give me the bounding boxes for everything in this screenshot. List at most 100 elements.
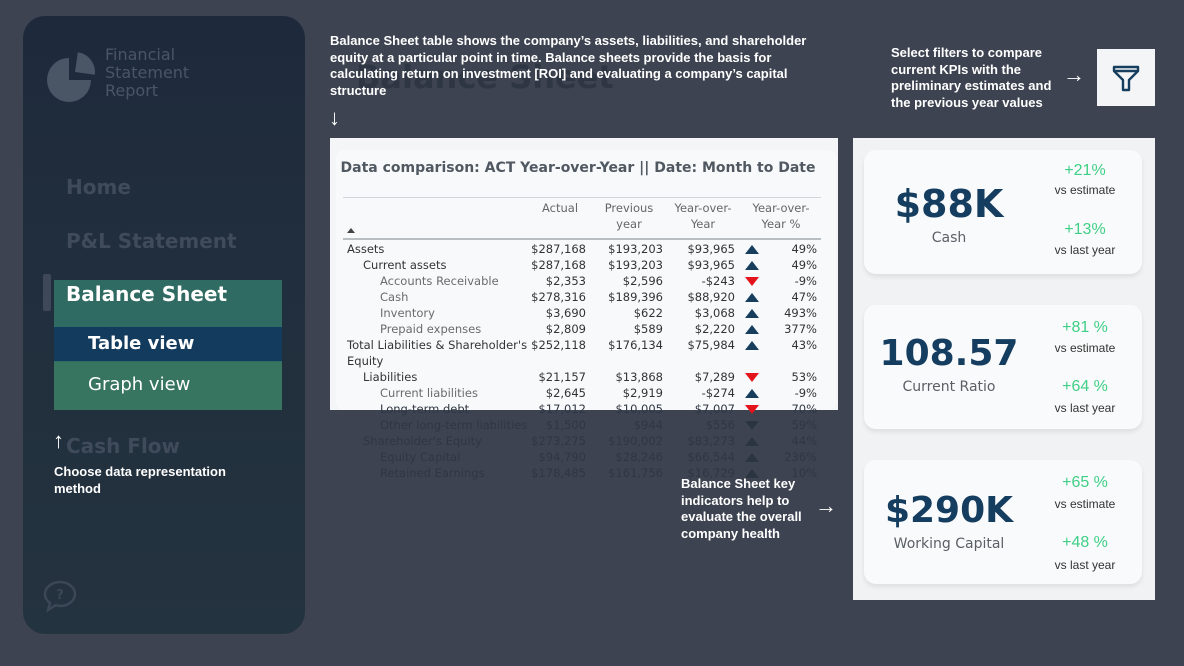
table-row[interactable]: Cash $278,316 $189,396 $88,920 47%	[343, 289, 821, 305]
choose-method-annotation: Choose data representation method	[54, 464, 226, 496]
cell-previous-year: $176,134	[608, 338, 663, 352]
table-header-divider	[343, 197, 821, 198]
cell-yoy: $75,984	[687, 338, 735, 352]
cell-previous-year: $161,756	[608, 466, 663, 480]
kpi-card-cash: $88K Cash +21% vs estimate +13% vs last …	[864, 150, 1142, 274]
row-label-continued: Equity	[347, 354, 384, 368]
arrow-down-icon: ↓	[329, 105, 340, 130]
row-label: Current liabilities	[380, 386, 478, 400]
cell-yoy-pct: 53%	[791, 370, 817, 384]
kpi-card-current-ratio: 108.57 Current Ratio +81 % vs estimate +…	[864, 305, 1142, 429]
column-header-previous-year[interactable]: Previous year	[598, 200, 660, 232]
cell-actual: $2,353	[545, 274, 586, 288]
column-header-bottom-border	[343, 238, 821, 240]
table-row[interactable]: Prepaid expenses $2,809 $589 $2,220 377%	[343, 321, 821, 337]
cell-previous-year: $13,868	[615, 370, 663, 384]
cell-yoy: $3,068	[694, 306, 735, 320]
cell-yoy-pct: -9%	[794, 386, 817, 400]
cell-yoy: $2,220	[694, 322, 735, 336]
kpi-vs-last-year: +13%	[1064, 221, 1106, 238]
app-logo: Financial Statement Report	[43, 46, 195, 102]
table-row[interactable]: Total Liabilities & Shareholder's Equity $…	[343, 337, 821, 368]
kpi-vs-last-year-label: vs last year	[1054, 401, 1116, 415]
kpi-vs-estimate-label: vs estimate	[1054, 341, 1116, 355]
kpi-card-working-capital: $290K Working Capital +65 % vs estimate …	[864, 460, 1142, 584]
table-row[interactable]: Equity Capital $94,790 $28,246 $66,544 236%	[343, 449, 821, 465]
subnav-graph-view[interactable]: Graph view	[54, 362, 282, 410]
cell-previous-year: $944	[633, 418, 663, 432]
table-row[interactable]: Other long-term liabilities $1,500 $944 $55…	[343, 417, 821, 433]
cell-actual: $287,168	[531, 258, 586, 272]
cell-yoy-pct: 49%	[791, 242, 817, 256]
kpi-vs-last-year: +48 %	[1062, 534, 1108, 551]
cell-previous-year: $10,005	[615, 402, 663, 416]
nav-balance-sheet[interactable]: Balance Sheet Table view Graph view	[54, 280, 282, 410]
cell-yoy-pct: 49%	[791, 258, 817, 272]
arrow-right-icon: →	[1063, 62, 1085, 87]
column-header-yoy[interactable]: Year-over-Year	[668, 200, 738, 232]
cell-actual: $178,485	[531, 466, 586, 480]
cell-yoy: -$274	[701, 386, 735, 400]
cell-actual: $94,790	[538, 450, 586, 464]
table-row[interactable]: Current assets $287,168 $193,203 $93,965 49%	[343, 257, 821, 273]
table-row[interactable]: Liabilities $21,157 $13,868 $7,289 53%	[343, 369, 821, 385]
svg-text:?: ?	[56, 588, 64, 603]
nav-home[interactable]: Home	[66, 175, 131, 199]
cell-actual: $252,118	[531, 338, 586, 352]
cell-yoy-pct: 493%	[784, 306, 817, 320]
cell-yoy: $7,007	[694, 402, 735, 416]
cell-actual: $273,275	[531, 434, 586, 448]
table-row[interactable]: Inventory $3,690 $622 $3,068 493%	[343, 305, 821, 321]
cell-yoy: $93,965	[687, 258, 735, 272]
column-header-yoy-pct[interactable]: Year-over-Year %	[746, 200, 816, 232]
table-row[interactable]: Long-term debt $17,012 $10,005 $7,007 70%	[343, 401, 821, 417]
table-row[interactable]: Accounts Receivable $2,353 $2,596 -$243 -9%	[343, 273, 821, 289]
cell-previous-year: $193,203	[608, 242, 663, 256]
arrow-up-icon: ↑	[53, 428, 64, 453]
cell-yoy: $556	[705, 418, 735, 432]
cell-yoy-pct: 70%	[791, 402, 817, 416]
cell-yoy: $66,544	[687, 450, 735, 464]
table-row[interactable]: Current liabilities $2,645 $2,919 -$274 -9%	[343, 385, 821, 401]
cell-yoy-pct: 43%	[791, 338, 817, 352]
kpi-vs-estimate: +81 %	[1062, 319, 1108, 336]
cell-actual: $17,012	[538, 402, 586, 416]
help-chat-icon[interactable]: ?	[43, 580, 77, 612]
nav-pl-statement[interactable]: P&L Statement	[66, 229, 237, 253]
cell-actual: $2,809	[545, 322, 586, 336]
table-row[interactable]: Assets $287,168 $193,203 $93,965 49%	[343, 241, 821, 257]
cell-yoy: $7,289	[694, 370, 735, 384]
column-header-actual[interactable]: Actual	[530, 200, 590, 216]
cell-yoy-pct: 59%	[791, 418, 817, 432]
sort-ascending-icon[interactable]	[347, 228, 355, 233]
cell-yoy: $93,965	[687, 242, 735, 256]
nav-cash-flow[interactable]: Cash Flow	[66, 434, 180, 458]
active-nav-indicator	[43, 274, 51, 311]
cell-yoy-pct: 236%	[784, 450, 817, 464]
kpi-value: $88K	[894, 182, 1004, 226]
row-label: Assets	[347, 242, 385, 256]
nav-balance-sheet-label: Balance Sheet	[66, 282, 228, 306]
table-row[interactable]: Shareholder's Equity $273,275 $190,002 $83,…	[343, 433, 821, 449]
cell-yoy-pct: 377%	[784, 322, 817, 336]
cell-yoy: $83,273	[687, 434, 735, 448]
cell-actual: $3,690	[545, 306, 586, 320]
cell-previous-year: $2,919	[622, 386, 663, 400]
filter-button[interactable]	[1097, 49, 1155, 106]
cell-previous-year: $190,002	[608, 434, 663, 448]
pie-chart-logo-icon	[47, 52, 95, 102]
kpi-label: Current Ratio	[902, 379, 996, 395]
kpi-vs-last-year-label: vs last year	[1054, 243, 1116, 257]
cell-previous-year: $589	[633, 322, 663, 336]
cell-yoy: $88,920	[687, 290, 735, 304]
cell-yoy-pct: -9%	[794, 274, 817, 288]
kpi-label: Cash	[931, 230, 967, 246]
row-label: Liabilities	[363, 370, 418, 384]
subnav-table-view[interactable]: Table view	[54, 327, 282, 361]
row-label: Accounts Receivable	[380, 274, 499, 288]
kpi-vs-last-year-label: vs last year	[1054, 558, 1116, 572]
row-label: Total Liabilities & Shareholder's	[347, 338, 528, 352]
cell-actual: $1,500	[545, 418, 586, 432]
row-label: Equity Capital	[380, 450, 461, 464]
row-label: Cash	[380, 290, 409, 304]
